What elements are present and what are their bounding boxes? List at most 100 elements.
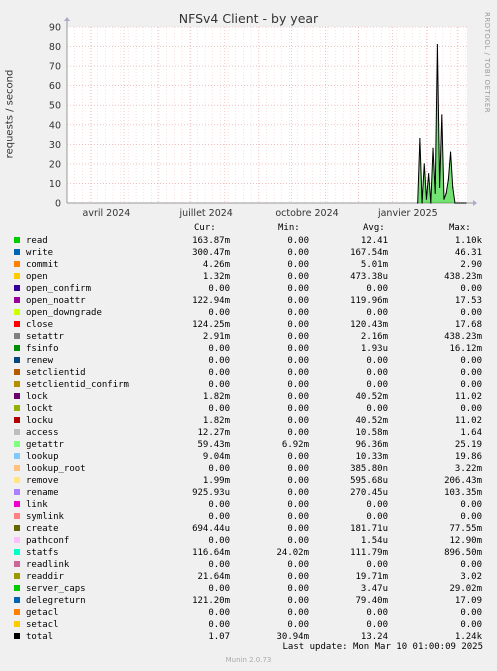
legend-cur-value: 1.32m: [202, 272, 230, 282]
legend-min-value: 0.00: [287, 560, 309, 570]
data-point-total: [428, 173, 430, 175]
legend-max-value: 1.10k: [454, 236, 482, 246]
data-point-total: [447, 178, 449, 181]
legend-series-name: link: [26, 500, 48, 510]
legend-series-name: setattr: [26, 332, 64, 342]
legend-swatch: [14, 585, 20, 591]
legend-max-value: 17.53: [454, 296, 482, 306]
legend-min-value: 6.92m: [281, 440, 309, 450]
legend-max-value: 3.02: [460, 572, 482, 582]
legend-cur-value: 1.82m: [202, 416, 230, 426]
legend-series-name: statfs: [26, 548, 59, 558]
legend-row-write: write 300.47m 0.00 167.54m 46.31: [0, 247, 497, 259]
legend-swatch: [14, 237, 20, 243]
legend-avg-value: 79.40m: [355, 596, 388, 606]
header-min: Min:: [278, 223, 300, 233]
legend-avg-value: 1.93u: [360, 344, 388, 354]
legend-max-value: 438.23m: [444, 272, 482, 282]
legend-cur-value: 0.00: [208, 620, 230, 630]
legend-swatch: [14, 309, 20, 315]
data-point-total: [443, 198, 445, 200]
legend-swatch: [14, 261, 20, 267]
legend-min-value: 0.00: [287, 428, 309, 438]
legend-cur-value: 59.43m: [197, 440, 230, 450]
legend-series-name: read: [26, 236, 48, 246]
legend-swatch: [14, 537, 20, 543]
legend-min-value: 0.00: [287, 524, 309, 534]
legend-max-value: 0.00: [460, 284, 482, 294]
legend-avg-value: 0.00: [366, 608, 388, 618]
legend-min-value: 0.00: [287, 272, 309, 282]
legend-max-value: 0.00: [460, 368, 482, 378]
legend-cur-value: 0.00: [208, 308, 230, 318]
legend-avg-value: 10.58m: [355, 428, 388, 438]
legend-row-remove: remove 1.99m 0.00 595.68u 206.43m: [0, 475, 497, 487]
legend-cur-value: 0.00: [208, 512, 230, 522]
legend-row-setclientid: setclientid 0.00 0.00 0.00 0.00: [0, 367, 497, 379]
legend-max-value: 29.02m: [449, 584, 482, 594]
y-tick-label: 70: [49, 62, 61, 73]
legend-table: read 163.87m 0.00 12.41 1.10k write 300.47m 0.0…: [0, 235, 497, 643]
legend-avg-value: 0.00: [366, 500, 388, 510]
legend-swatch: [14, 369, 20, 375]
data-point-total: [421, 202, 423, 204]
legend-min-value: 0.00: [287, 344, 309, 354]
legend-swatch: [14, 525, 20, 531]
legend-swatch: [14, 273, 20, 279]
legend-series-name: rename: [26, 488, 59, 498]
legend-max-value: 0.00: [460, 500, 482, 510]
legend-max-value: 11.02: [454, 416, 482, 426]
legend-cur-value: 0.00: [208, 368, 230, 378]
data-point-total: [423, 163, 425, 165]
legend-avg-value: 0.00: [366, 368, 388, 378]
legend-row-fsinfo: fsinfo 0.00 0.00 1.93u 16.12m: [0, 343, 497, 355]
legend-min-value: 0.00: [287, 620, 309, 630]
data-point-total: [425, 198, 428, 200]
legend-swatch: [14, 573, 20, 579]
y-tick-label: 40: [49, 120, 61, 131]
legend-row-access: access 12.27m 0.00 10.58m 1.64: [0, 427, 497, 439]
y-tick-label: 0: [55, 199, 61, 210]
legend-max-value: 896.50m: [444, 548, 482, 558]
legend-row-lockt: lockt 0.00 0.00 0.00 0.00: [0, 403, 497, 415]
legend-min-value: 0.00: [287, 236, 309, 246]
legend-swatch: [14, 285, 20, 291]
legend-row-lookup: lookup 9.04m 0.00 10.33m 19.86: [0, 451, 497, 463]
legend-series-name: getattr: [26, 440, 64, 450]
legend-max-value: 17.09: [454, 596, 482, 606]
legend-max-value: 103.35m: [444, 488, 482, 498]
legend-cur-value: 116.64m: [192, 548, 230, 558]
legend-swatch: [14, 465, 20, 471]
legend-swatch: [14, 321, 20, 327]
legend-row-rename: rename 925.93u 0.00 270.45u 103.35m: [0, 487, 497, 499]
legend-row-getacl: getacl 0.00 0.00 0.00 0.00: [0, 607, 497, 619]
data-point-total: [463, 202, 465, 204]
legend-swatch: [14, 609, 20, 615]
legend-max-value: 19.86: [454, 452, 482, 462]
y-tick-label: 30: [49, 140, 61, 151]
legend-swatch: [14, 597, 20, 603]
legend-avg-value: 0.00: [366, 284, 388, 294]
legend-avg-value: 40.52m: [355, 392, 388, 402]
data-point-total: [417, 202, 419, 204]
legend-swatch: [14, 549, 20, 555]
legend-cur-value: 0.00: [208, 356, 230, 366]
last-update: Last update: Mon Mar 10 01:00:09 2025: [282, 642, 483, 652]
legend-max-value: 206.43m: [444, 476, 482, 486]
legend-row-getattr: getattr 59.43m 6.92m 96.36m 25.19: [0, 439, 497, 451]
legend-max-value: 0.00: [460, 620, 482, 630]
legend-max-value: 0.00: [460, 404, 482, 414]
legend-avg-value: 2.16m: [360, 332, 388, 342]
legend-min-value: 0.00: [287, 536, 309, 546]
legend-row-locku: locku 1.82m 0.00 40.52m 11.02: [0, 415, 497, 427]
x-axis-arrow: [473, 200, 477, 206]
legend-swatch: [14, 249, 20, 255]
legend-avg-value: 5.01m: [360, 260, 388, 270]
data-point-total: [441, 114, 443, 116]
legend-avg-value: 96.36m: [355, 440, 388, 450]
legend-max-value: 16.12m: [449, 344, 482, 354]
legend-avg-value: 0.00: [366, 560, 388, 570]
legend-cur-value: 925.93u: [192, 488, 230, 498]
legend-cur-value: 0.00: [208, 584, 230, 594]
legend-swatch: [14, 441, 20, 447]
